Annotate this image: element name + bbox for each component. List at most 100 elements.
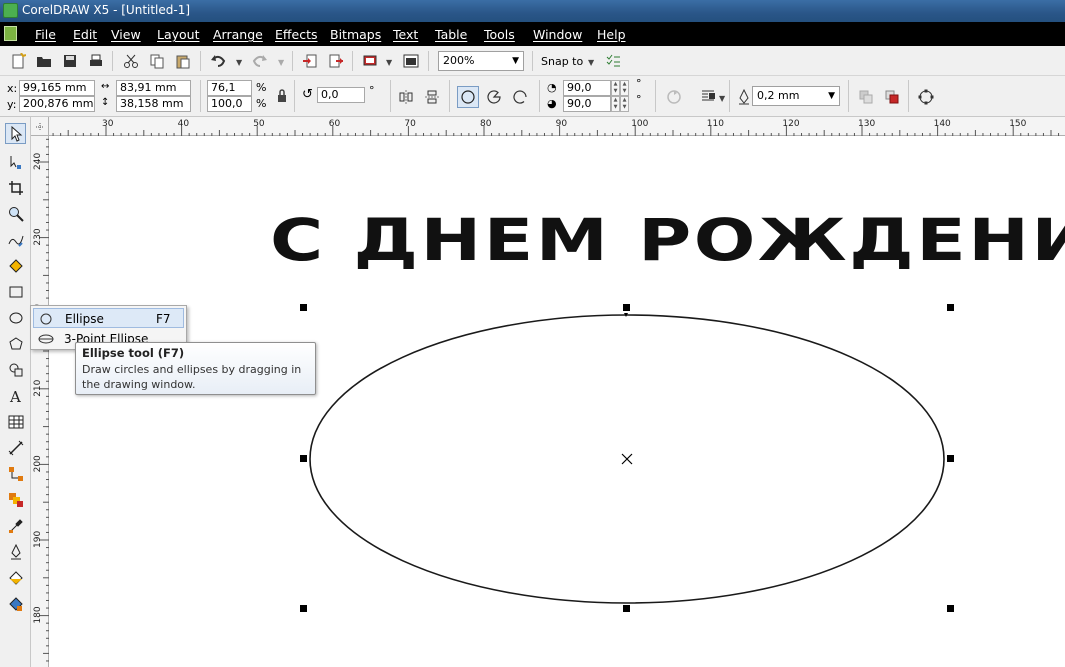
application-launcher-icon[interactable] — [360, 51, 380, 71]
arc-mode-icon[interactable] — [510, 87, 530, 107]
convert-to-curves-icon[interactable] — [916, 87, 936, 107]
ruler-origin-corner[interactable] — [31, 117, 49, 136]
menu-tools[interactable]: Tools — [484, 27, 515, 42]
ruler-label: 230 — [33, 228, 43, 245]
pie-mode-icon[interactable] — [484, 87, 504, 107]
import-icon[interactable] — [300, 51, 320, 71]
menu-edit[interactable]: Edit — [73, 27, 97, 42]
outline-width-select[interactable]: 0,2 mm ▼ — [752, 86, 840, 106]
mirror-horizontal-icon[interactable] — [396, 87, 416, 107]
selection-handle-right[interactable] — [947, 455, 954, 462]
new-document-icon[interactable] — [8, 51, 28, 71]
toolbar-separator — [908, 80, 909, 112]
crop-tool-icon[interactable] — [5, 177, 26, 198]
redo-dropdown-icon[interactable]: ▼ — [278, 58, 284, 67]
end-angle-field[interactable]: 90,0 — [563, 96, 611, 112]
selection-handle-top[interactable] — [623, 304, 630, 311]
text-tool-icon[interactable]: A — [5, 385, 26, 406]
pick-tool-icon[interactable] — [5, 123, 26, 144]
end-angle-spinner-alt[interactable]: ▲ ▼ — [620, 96, 629, 112]
menu-table[interactable]: Table — [435, 27, 467, 42]
to-front-icon[interactable] — [856, 87, 876, 107]
menu-bitmaps[interactable]: Bitmaps — [330, 27, 381, 42]
selection-handle-top-left[interactable] — [300, 304, 307, 311]
drawing-canvas[interactable]: С ДНЕМ РОЖДЕНИЯ — [49, 136, 1065, 667]
eyedropper-tool-icon[interactable] — [5, 515, 26, 536]
fill-tool-icon[interactable] — [5, 567, 26, 588]
interactive-fill-tool-icon[interactable] — [5, 593, 26, 614]
table-tool-icon[interactable] — [5, 411, 26, 432]
snap-to-dropdown-icon[interactable]: ▼ — [588, 58, 594, 67]
print-icon[interactable] — [86, 51, 106, 71]
open-folder-icon[interactable] — [34, 51, 54, 71]
export-icon[interactable] — [326, 51, 346, 71]
menu-arrange[interactable]: Arrange — [213, 27, 263, 42]
undo-dropdown-icon[interactable]: ▼ — [236, 58, 242, 67]
horizontal-ruler[interactable]: 30 40 50 60 70 80 90 100 110 120 130 140 150 — [49, 117, 1065, 136]
redo-icon[interactable] — [250, 51, 270, 71]
center-marker-icon[interactable] — [621, 453, 633, 465]
connector-tool-icon[interactable] — [5, 463, 26, 484]
save-icon[interactable] — [60, 51, 80, 71]
welcome-screen-icon[interactable] — [401, 51, 421, 71]
menu-help[interactable]: Help — [597, 27, 626, 42]
selection-handle-bottom[interactable] — [623, 605, 630, 612]
scale-x-field[interactable]: 76,1 — [207, 80, 252, 96]
y-position-field[interactable]: 200,876 mm — [19, 96, 95, 112]
menu-view[interactable]: View — [111, 27, 141, 42]
zoom-tool-icon[interactable] — [5, 203, 26, 224]
menu-text[interactable]: Text — [393, 27, 418, 42]
to-back-icon[interactable] — [882, 87, 902, 107]
blend-tool-icon[interactable] — [5, 489, 26, 510]
end-angle-spinner[interactable]: ▲ ▼ — [611, 96, 620, 112]
ruler-label: 90 — [556, 119, 568, 129]
selection-handle-left[interactable] — [300, 455, 307, 462]
ellipse-tool-icon[interactable] — [5, 307, 26, 328]
x-position-field[interactable]: 99,165 mm — [19, 80, 95, 96]
menu-file[interactable]: File — [35, 27, 56, 42]
basic-shapes-tool-icon[interactable] — [5, 359, 26, 380]
coreldraw-app-icon[interactable] — [3, 3, 18, 18]
copy-icon[interactable] — [147, 51, 167, 71]
rectangle-tool-icon[interactable] — [5, 281, 26, 302]
menu-effects[interactable]: Effects — [275, 27, 318, 42]
freehand-tool-icon[interactable] — [5, 229, 26, 250]
selection-handle-bottom-right[interactable] — [947, 605, 954, 612]
launcher-dropdown-icon[interactable]: ▼ — [386, 58, 392, 67]
dimension-tool-icon[interactable] — [5, 437, 26, 458]
outline-tool-icon[interactable] — [5, 541, 26, 562]
start-angle-spinner-alt[interactable]: ▲ ▼ — [620, 80, 629, 96]
change-direction-icon[interactable] — [664, 87, 684, 107]
options-icon[interactable] — [603, 51, 623, 71]
scale-y-field[interactable]: 100,0 — [207, 96, 252, 112]
object-width-field[interactable]: 83,91 mm — [116, 80, 191, 96]
selection-handle-bottom-left[interactable] — [300, 605, 307, 612]
paste-icon[interactable] — [173, 51, 193, 71]
start-angle-spinner[interactable]: ▲ ▼ — [611, 80, 620, 96]
wrap-text-icon[interactable] — [700, 87, 720, 107]
mirror-vertical-icon[interactable] — [422, 87, 442, 107]
selection-handle-top-right[interactable] — [947, 304, 954, 311]
cut-icon[interactable] — [121, 51, 141, 71]
rotation-angle-field[interactable]: 0,0 — [317, 87, 365, 103]
snap-to-button[interactable]: Snap to — [541, 55, 583, 68]
object-height-field[interactable]: 38,158 mm — [116, 96, 191, 112]
start-angle-field[interactable]: 90,0 — [563, 80, 611, 96]
vertical-ruler[interactable]: 240230220210200190180 — [31, 136, 49, 667]
menu-window[interactable]: Window — [533, 27, 582, 42]
ellipse-mode-icon[interactable] — [457, 86, 479, 108]
ruler-label: 100 — [631, 119, 648, 129]
menu-layout[interactable]: Layout — [157, 27, 200, 42]
outline-width-value: 0,2 mm — [757, 89, 800, 102]
wrap-text-dropdown-icon[interactable]: ▼ — [719, 94, 725, 103]
flyout-item-ellipse[interactable]: Ellipse F7 — [33, 308, 184, 328]
lock-ratio-icon[interactable] — [272, 86, 292, 106]
shape-tool-icon[interactable] — [5, 151, 26, 172]
outline-pen-icon[interactable] — [734, 87, 754, 107]
smart-fill-tool-icon[interactable] — [5, 255, 26, 276]
undo-icon[interactable] — [208, 51, 228, 71]
document-icon[interactable] — [4, 26, 17, 41]
zoom-level-select[interactable]: 200% ▼ — [438, 51, 524, 71]
toolbar-separator — [729, 80, 730, 112]
polygon-tool-icon[interactable] — [5, 333, 26, 354]
